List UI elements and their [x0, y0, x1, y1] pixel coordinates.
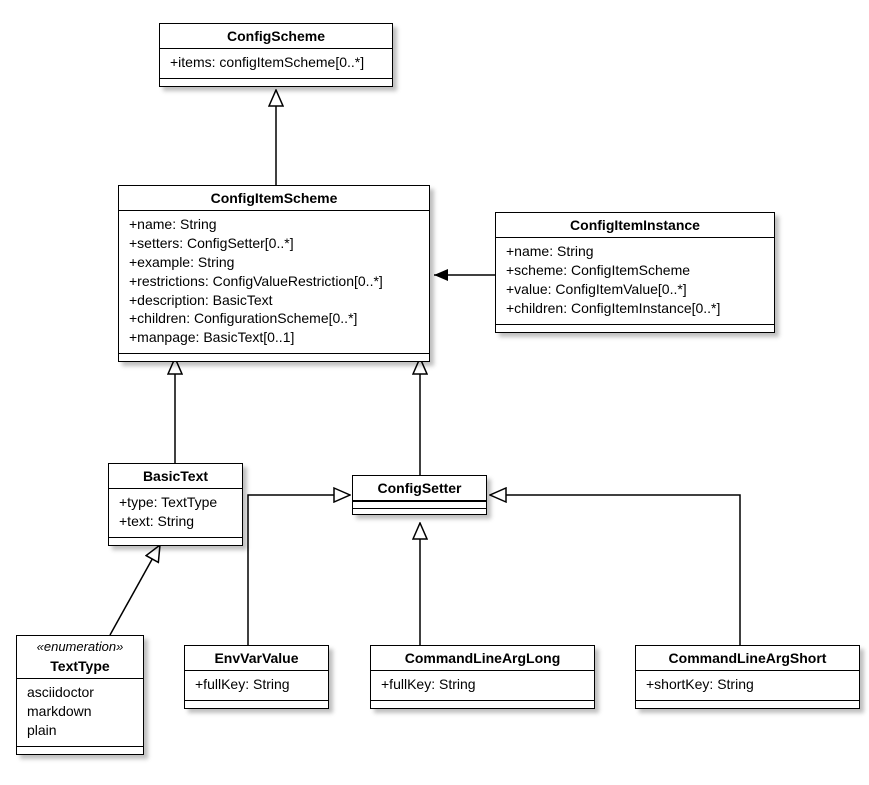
class-title: TextType — [17, 654, 143, 679]
class-ConfigItemInstance: ConfigItemInstance +name: String +scheme… — [495, 212, 775, 333]
class-body: +name: String +scheme: ConfigItemScheme … — [496, 238, 774, 324]
attr: +items: configItemScheme[0..*] — [170, 53, 382, 72]
attr: +example: String — [129, 253, 419, 272]
class-ops-empty — [185, 700, 328, 708]
attr: +description: BasicText — [129, 291, 419, 310]
class-TextType: «enumeration» TextType asciidoctor markd… — [16, 635, 144, 755]
class-title: CommandLineArgShort — [636, 646, 859, 671]
attr: +name: String — [506, 242, 764, 261]
class-title: ConfigItemScheme — [119, 186, 429, 211]
class-body: asciidoctor markdown plain — [17, 679, 143, 746]
attr: +scheme: ConfigItemScheme — [506, 261, 764, 280]
class-body: +name: String +setters: ConfigSetter[0..… — [119, 211, 429, 353]
class-ops-empty — [371, 700, 594, 708]
attr: +value: ConfigItemValue[0..*] — [506, 280, 764, 299]
class-title: ConfigScheme — [160, 24, 392, 49]
class-ops-empty — [160, 78, 392, 86]
enum-literal: asciidoctor — [27, 683, 133, 702]
class-title: BasicText — [109, 464, 242, 489]
class-body: +fullKey: String — [371, 671, 594, 700]
attr: +shortKey: String — [646, 675, 849, 694]
class-ConfigScheme: ConfigScheme +items: configItemScheme[0.… — [159, 23, 393, 87]
class-ops-empty — [109, 537, 242, 545]
class-EnvVarValue: EnvVarValue +fullKey: String — [184, 645, 329, 709]
class-title: ConfigItemInstance — [496, 213, 774, 238]
class-title: CommandLineArgLong — [371, 646, 594, 671]
attr: +type: TextType — [119, 493, 232, 512]
class-ops-empty — [17, 746, 143, 754]
attr: +manpage: BasicText[0..1] — [129, 328, 419, 347]
class-body: +items: configItemScheme[0..*] — [160, 49, 392, 78]
class-body: +shortKey: String — [636, 671, 859, 700]
attr: +fullKey: String — [381, 675, 584, 694]
attr: +fullKey: String — [195, 675, 318, 694]
class-CommandLineArgLong: CommandLineArgLong +fullKey: String — [370, 645, 595, 709]
class-ops-empty — [496, 324, 774, 332]
class-title: EnvVarValue — [185, 646, 328, 671]
class-CommandLineArgShort: CommandLineArgShort +shortKey: String — [635, 645, 860, 709]
attr: +children: ConfigItemInstance[0..*] — [506, 299, 764, 318]
attr: +restrictions: ConfigValueRestriction[0.… — [129, 272, 419, 291]
class-title: ConfigSetter — [353, 476, 486, 501]
class-body-empty — [353, 501, 486, 514]
class-ConfigItemScheme: ConfigItemScheme +name: String +setters:… — [118, 185, 430, 362]
class-ops-empty — [119, 353, 429, 361]
class-ops-empty — [636, 700, 859, 708]
attr: +children: ConfigurationScheme[0..*] — [129, 309, 419, 328]
class-body: +type: TextType +text: String — [109, 489, 242, 537]
uml-diagram: ConfigScheme +items: configItemScheme[0.… — [0, 0, 869, 785]
attr: +name: String — [129, 215, 419, 234]
enum-literal: markdown — [27, 702, 133, 721]
class-stereotype: «enumeration» — [17, 636, 143, 654]
class-body: +fullKey: String — [185, 671, 328, 700]
attr: +text: String — [119, 512, 232, 531]
class-ConfigSetter: ConfigSetter — [352, 475, 487, 515]
attr: +setters: ConfigSetter[0..*] — [129, 234, 419, 253]
class-BasicText: BasicText +type: TextType +text: String — [108, 463, 243, 546]
enum-literal: plain — [27, 721, 133, 740]
